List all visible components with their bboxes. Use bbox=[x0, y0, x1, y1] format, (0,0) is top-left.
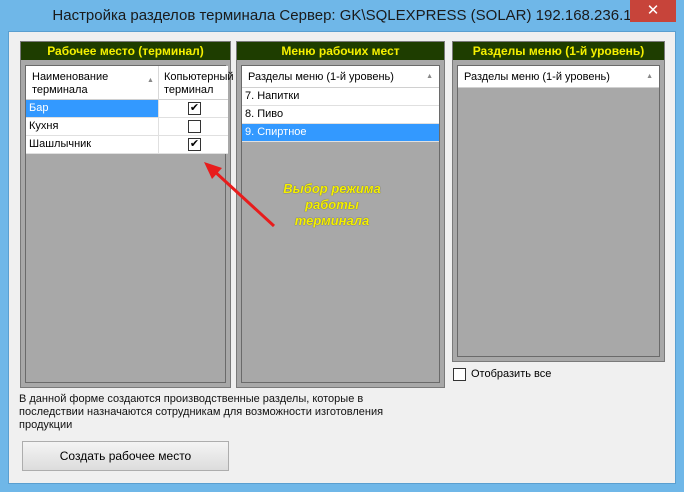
list-item[interactable]: 9. Спиртное bbox=[242, 124, 439, 142]
workplace-panel-header: Рабочее место (терминал) bbox=[21, 42, 230, 60]
menus-column-label: Разделы меню (1-й уровень) bbox=[248, 71, 394, 83]
list-item[interactable]: 7. Напитки bbox=[242, 88, 439, 106]
sort-up-icon: ▲ bbox=[426, 73, 433, 80]
show-all-label: Отобразить все bbox=[471, 368, 552, 380]
column-header-computer-terminal[interactable]: Копьютерный терминал bbox=[160, 66, 234, 100]
form-client-area: Рабочее место (терминал) Наименование те… bbox=[8, 31, 676, 484]
menus-panel-header: Меню рабочих мест bbox=[237, 42, 444, 60]
list-item[interactable]: 8. Пиво bbox=[242, 106, 439, 124]
terminal-checkbox[interactable]: ✔ bbox=[188, 102, 201, 115]
terminal-checkbox[interactable] bbox=[188, 120, 201, 133]
table-row[interactable]: Шашлычник ✔ bbox=[26, 136, 228, 154]
sections-column-label: Разделы меню (1-й уровень) bbox=[464, 71, 610, 83]
annotation-text: Выбор режима работы терминала bbox=[283, 181, 381, 228]
sections-panel: Разделы меню (1-й уровень) Разделы меню … bbox=[452, 41, 665, 362]
window-title: Настройка разделов терминала Сервер: GK\… bbox=[52, 7, 632, 24]
terminal-name-cell[interactable]: Кухня bbox=[26, 118, 159, 135]
sort-up-icon: ▲ bbox=[147, 77, 154, 84]
sections-list[interactable]: Разделы меню (1-й уровень) ▲ bbox=[457, 65, 660, 357]
menus-column-header[interactable]: Разделы меню (1-й уровень) ▲ bbox=[242, 66, 439, 88]
terminal-checkbox[interactable]: ✔ bbox=[188, 138, 201, 151]
table-row[interactable]: Бар ✔ bbox=[26, 100, 228, 118]
table-row[interactable]: Кухня bbox=[26, 118, 228, 136]
terminal-name-cell[interactable]: Шашлычник bbox=[26, 136, 159, 153]
workplace-grid-header: Наименование терминала ▲ Копьютерный тер… bbox=[26, 66, 234, 100]
close-button[interactable]: ✕ bbox=[630, 0, 676, 22]
workplace-panel: Рабочее место (терминал) Наименование те… bbox=[20, 41, 234, 388]
sort-up-icon: ▲ bbox=[646, 73, 653, 80]
app-window: Настройка разделов терминала Сервер: GK\… bbox=[0, 0, 684, 492]
form-description: В данной форме создаются производственны… bbox=[19, 393, 384, 431]
terminal-name-cell[interactable]: Бар bbox=[26, 100, 159, 117]
workplace-grid[interactable]: Наименование терминала ▲ Копьютерный тер… bbox=[25, 65, 234, 383]
column-header-terminal-name[interactable]: Наименование терминала bbox=[26, 66, 159, 100]
sections-panel-header: Разделы меню (1-й уровень) bbox=[453, 42, 664, 60]
sections-column-header[interactable]: Разделы меню (1-й уровень) ▲ bbox=[458, 66, 659, 88]
title-bar[interactable]: Настройка разделов терминала Сервер: GK\… bbox=[0, 0, 684, 32]
show-all-box[interactable] bbox=[453, 368, 466, 381]
create-workplace-button[interactable]: Создать рабочее место bbox=[22, 441, 229, 471]
